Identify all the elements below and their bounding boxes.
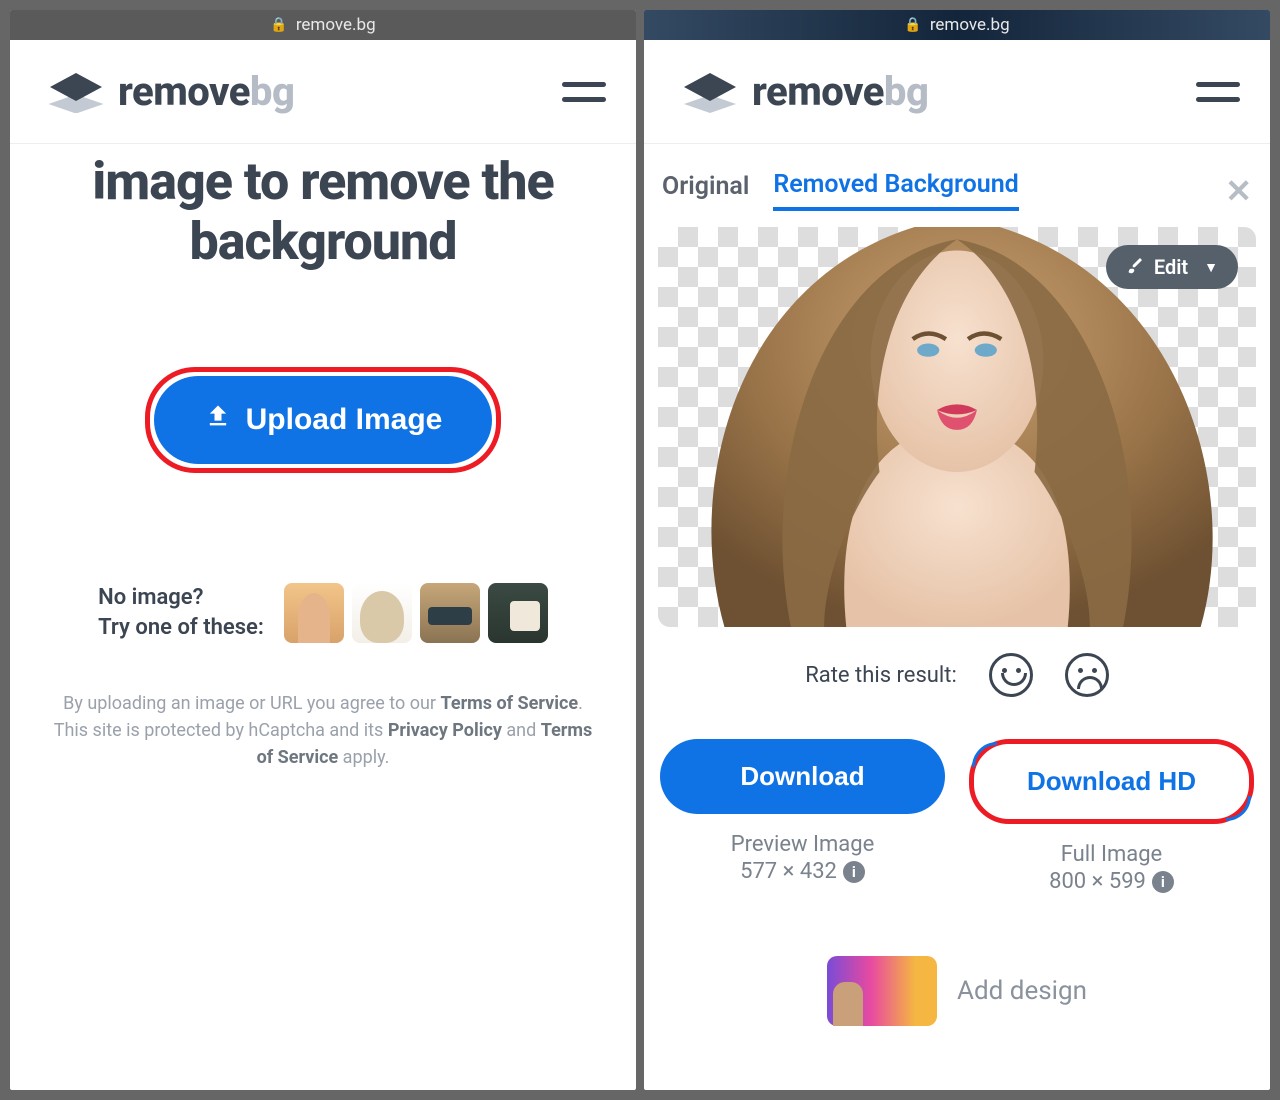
url-text: remove.bg <box>930 15 1010 35</box>
menu-icon[interactable] <box>1196 77 1240 107</box>
design-card-icon <box>827 956 937 1026</box>
tos-link[interactable]: Terms of Service <box>441 693 579 714</box>
upload-icon <box>204 402 232 438</box>
preview-dims: 577 × 432 i <box>740 859 865 884</box>
tab-original[interactable]: Original <box>662 172 749 209</box>
try-text: No image? Try one of these: <box>98 583 264 645</box>
full-dims: 800 × 599 i <box>1049 869 1174 894</box>
sample-thumb-dog[interactable] <box>352 583 412 643</box>
sample-thumb-person[interactable] <box>284 583 344 643</box>
download-button[interactable]: Download <box>660 739 945 814</box>
logo-mark-icon <box>680 71 740 113</box>
tab-removed-background[interactable]: Removed Background <box>773 170 1018 211</box>
edit-button[interactable]: Edit ▼ <box>1106 245 1238 289</box>
try-samples-row: No image? Try one of these: <box>58 583 588 645</box>
add-design-label: Add design <box>957 976 1087 1006</box>
logo-text: removebg <box>118 68 294 115</box>
preview-title: Preview Image <box>731 832 875 857</box>
screenshot-right: 🔒 remove.bg removebg Original Removed Ba… <box>644 10 1270 1090</box>
logo[interactable]: removebg <box>46 68 294 115</box>
screenshot-left: 🔒 remove.bg removebg image to remove the… <box>10 10 636 1090</box>
close-icon[interactable]: ✕ <box>1225 172 1252 210</box>
sample-thumb-car[interactable] <box>420 583 480 643</box>
result-preview: Edit ▼ <box>658 227 1256 627</box>
privacy-policy-link[interactable]: Privacy Policy <box>388 720 502 741</box>
rate-sad-button[interactable] <box>1065 653 1109 697</box>
site-header: removebg <box>644 40 1270 144</box>
download-hd-col: Download HD Full Image 800 × 599 i <box>969 739 1254 894</box>
logo-text: removebg <box>752 68 928 115</box>
logo-mark-icon <box>46 71 106 113</box>
brush-icon <box>1126 255 1144 279</box>
upload-image-button[interactable]: Upload Image <box>154 376 493 464</box>
legal-text: By uploading an image or URL you agree t… <box>10 644 636 771</box>
rate-label: Rate this result: <box>805 663 957 688</box>
edit-label: Edit <box>1154 255 1188 279</box>
chevron-down-icon: ▼ <box>1204 259 1218 276</box>
site-header: removebg <box>10 40 636 144</box>
address-bar: 🔒 remove.bg <box>644 10 1270 40</box>
right-main: Original Removed Background ✕ <box>644 144 1270 1090</box>
download-hd-button[interactable]: Download HD <box>974 744 1249 819</box>
info-icon[interactable]: i <box>843 861 865 883</box>
download-preview-col: Download Preview Image 577 × 432 i <box>660 739 945 894</box>
download-hd-highlight: Download HD <box>969 739 1254 824</box>
address-bar: 🔒 remove.bg <box>10 10 636 40</box>
download-row: Download Preview Image 577 × 432 i Downl… <box>658 739 1256 894</box>
logo[interactable]: removebg <box>680 68 928 115</box>
sample-thumbnails <box>284 583 548 643</box>
lock-icon: 🔒 <box>904 17 921 33</box>
upload-highlight: Upload Image <box>145 367 502 473</box>
url-text: remove.bg <box>296 15 376 35</box>
rate-row: Rate this result: <box>658 653 1256 697</box>
menu-icon[interactable] <box>562 77 606 107</box>
lock-icon: 🔒 <box>270 17 287 33</box>
hero-heading: image to remove the background <box>10 144 636 272</box>
left-main: image to remove the background Upload Im… <box>10 144 636 1090</box>
result-tabs: Original Removed Background ✕ <box>658 144 1256 221</box>
sample-thumb-mug[interactable] <box>488 583 548 643</box>
upload-label: Upload Image <box>246 403 443 437</box>
info-icon[interactable]: i <box>1152 871 1174 893</box>
full-title: Full Image <box>1061 842 1162 867</box>
add-design-row[interactable]: Add design <box>658 956 1256 1026</box>
rate-happy-button[interactable] <box>989 653 1033 697</box>
